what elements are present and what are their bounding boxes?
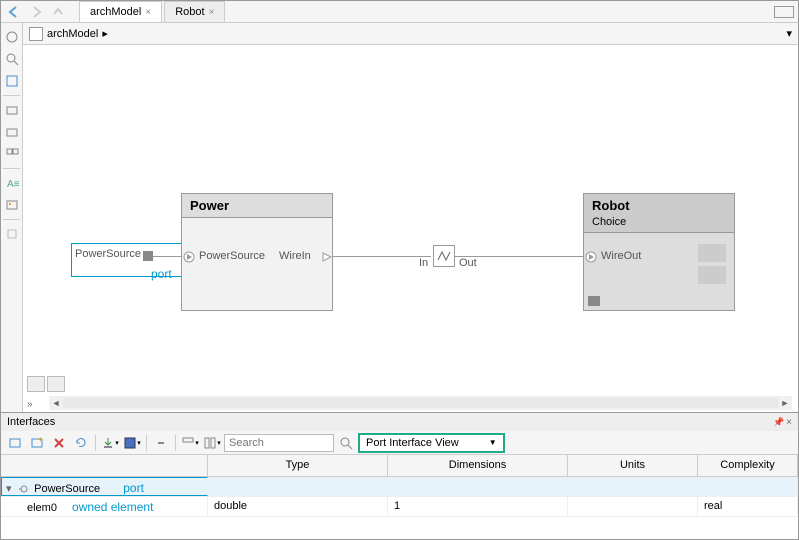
variant-slot — [698, 244, 726, 262]
collapse-icon[interactable]: ▾ — [6, 482, 14, 495]
wire-2[interactable] — [333, 256, 431, 257]
wire-1[interactable] — [153, 256, 181, 257]
close-panel-icon[interactable]: × — [786, 417, 792, 428]
search-icon[interactable] — [336, 433, 356, 453]
interfaces-panel: Interfaces 📌 × + ▾ ▾ ▾ ▾ Port Interface … — [1, 412, 798, 517]
blank-icon[interactable] — [3, 225, 21, 243]
col-units[interactable]: Units — [568, 455, 698, 476]
power-in-label: PowerSource — [199, 250, 265, 262]
nav-back-button[interactable] — [5, 3, 23, 21]
variant-badge-icon — [588, 296, 600, 306]
canvas-bottom-icons — [27, 376, 65, 392]
svg-text:A≡: A≡ — [7, 179, 19, 190]
robot-block-header: RobotChoice — [584, 194, 734, 233]
search-input[interactable] — [224, 434, 334, 452]
row-annotation: port — [123, 481, 144, 495]
delete-icon[interactable] — [49, 433, 69, 453]
robot-in-label: WireOut — [601, 250, 641, 262]
table-row[interactable]: elem0 owned element double 1 real — [1, 497, 798, 517]
col-dimensions[interactable]: Dimensions — [388, 455, 568, 476]
image-icon[interactable] — [3, 196, 21, 214]
view-mode-dropdown[interactable]: Port Interface View ▼ — [358, 433, 505, 453]
col-complexity[interactable]: Complexity — [698, 455, 798, 476]
variant-in-label: In — [419, 257, 428, 269]
power-out-label: WireIn — [279, 250, 311, 262]
text-icon[interactable]: A≡ — [3, 174, 21, 192]
expand-panel-icon[interactable]: » — [27, 399, 33, 410]
table-row[interactable]: ▾ PowerSource port — [1, 477, 798, 497]
grid-icon[interactable] — [3, 145, 21, 163]
scroll-track[interactable] — [63, 398, 778, 408]
save-icon[interactable]: ▾ — [122, 433, 142, 453]
layers-icon[interactable] — [27, 376, 45, 392]
pin-icon[interactable]: 📌 — [773, 417, 784, 428]
svg-text:+: + — [38, 436, 43, 444]
wire-3[interactable] — [455, 256, 583, 257]
port-out-icon[interactable] — [143, 251, 153, 261]
refresh-icon[interactable] — [71, 433, 91, 453]
close-icon[interactable]: × — [209, 7, 215, 18]
scroll-left-icon[interactable]: ◄ — [49, 398, 63, 408]
top-toolbar: archModel× Robot× — [1, 1, 798, 23]
port-in-icon[interactable] — [585, 251, 597, 266]
external-port-label: PowerSource — [75, 248, 141, 260]
port-in-icon[interactable] — [183, 251, 195, 266]
variant-slot — [698, 266, 726, 284]
variant-node[interactable] — [433, 245, 455, 267]
link-icon[interactable] — [151, 433, 171, 453]
interfaces-header: Interfaces 📌 × — [1, 413, 798, 431]
add-icon[interactable] — [5, 433, 25, 453]
chevron-down-icon: ▼ — [489, 438, 497, 447]
rect2-icon[interactable] — [3, 123, 21, 141]
main-area: A≡ archModel ▸ ▾ PowerSource port Power … — [1, 23, 798, 412]
scroll-right-icon[interactable]: ► — [778, 398, 792, 408]
port-annotation: port — [151, 267, 172, 281]
model-icon — [29, 27, 43, 41]
interfaces-toolbar: + ▾ ▾ ▾ ▾ Port Interface View ▼ — [1, 431, 798, 455]
hierarchy-icon[interactable] — [47, 376, 65, 392]
fit-icon[interactable] — [3, 72, 21, 90]
editor-tabs: archModel× Robot× — [79, 1, 227, 22]
add2-icon[interactable]: + — [27, 433, 47, 453]
rect-icon[interactable] — [3, 101, 21, 119]
variant-out-label: Out — [459, 257, 477, 269]
breadcrumb-dropdown[interactable]: ▾ — [786, 27, 792, 40]
nav-up-button[interactable] — [49, 3, 67, 21]
col-type[interactable]: Type — [208, 455, 388, 476]
breadcrumb-model[interactable]: archModel — [47, 28, 98, 40]
filter-icon[interactable]: ▾ — [180, 433, 200, 453]
chevron-right-icon: ▸ — [102, 27, 108, 40]
canvas-wrap: archModel ▸ ▾ PowerSource port Power Pow… — [23, 23, 798, 412]
breadcrumb-bar: archModel ▸ ▾ — [23, 23, 798, 45]
left-toolbar: A≡ — [1, 23, 23, 412]
tab-robot[interactable]: Robot× — [164, 1, 225, 22]
tab-archmodel[interactable]: archModel× — [79, 1, 162, 22]
columns-icon[interactable]: ▾ — [202, 433, 222, 453]
grid-header: Type Dimensions Units Complexity — [1, 455, 798, 477]
power-block-header: Power — [182, 194, 332, 218]
row-annotation: owned element — [72, 500, 153, 514]
explorer-icon[interactable] — [3, 28, 21, 46]
horizontal-scrollbar[interactable]: ◄ ► — [49, 396, 792, 410]
zoom-icon[interactable] — [3, 50, 21, 68]
close-icon[interactable]: × — [145, 7, 151, 18]
port-out-icon[interactable] — [321, 251, 333, 266]
diagram-canvas[interactable]: PowerSource port Power PowerSource WireI… — [23, 45, 798, 412]
window-layout-icon[interactable] — [774, 6, 794, 18]
port-row-icon — [19, 484, 29, 494]
nav-forward-button[interactable] — [27, 3, 45, 21]
col-name[interactable] — [1, 455, 208, 476]
import-icon[interactable]: ▾ — [100, 433, 120, 453]
